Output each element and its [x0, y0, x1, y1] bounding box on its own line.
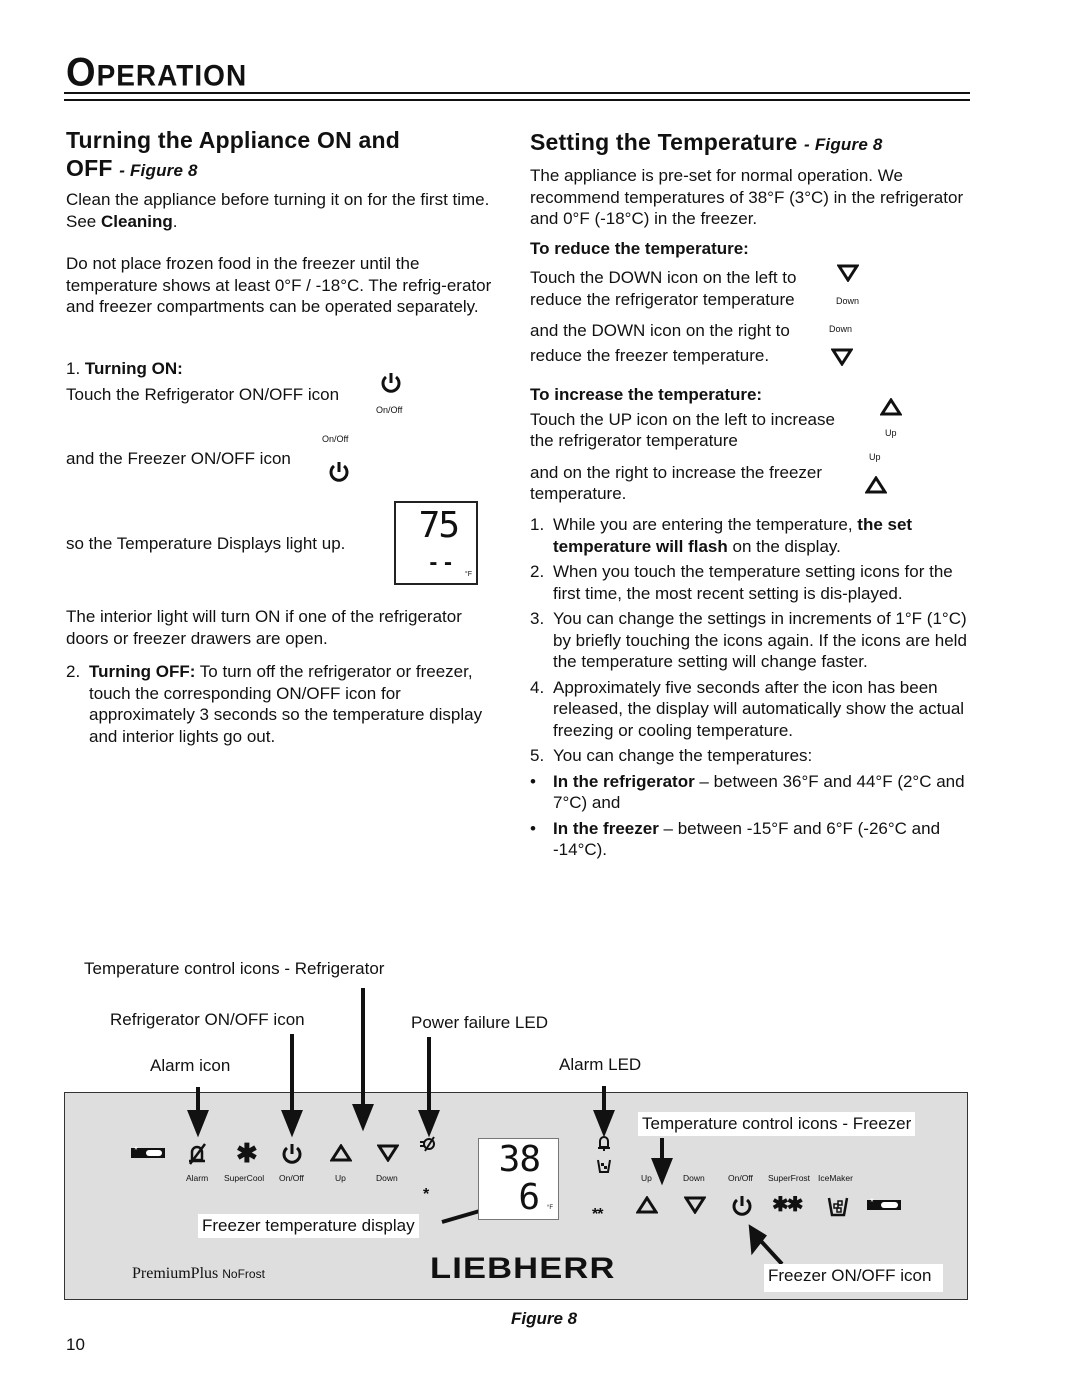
fridge-down-icon[interactable]	[377, 1144, 399, 1162]
superfrost-icon[interactable]: ✱✱	[772, 1192, 803, 1217]
icon-label: On/Off	[728, 1173, 753, 1183]
fridge-up-icon[interactable]	[330, 1144, 352, 1162]
model-name: PremiumPlus NoFrost	[132, 1265, 265, 1282]
icon-label: SuperFrost	[768, 1173, 811, 1183]
fridge-temp-value: 38	[498, 1139, 541, 1180]
freezer-up-icon[interactable]	[636, 1196, 658, 1214]
icon-label: On/Off	[279, 1173, 304, 1183]
power-failure-led-icon	[420, 1136, 435, 1152]
superfrost-led-icon: **	[592, 1206, 603, 1223]
alarm-led-icon	[598, 1136, 610, 1151]
callout-temp-control-freezer: Temperature control icons - Freezer	[638, 1112, 916, 1136]
supercool-icon[interactable]: ✱	[236, 1138, 258, 1169]
icon-label: Up	[335, 1173, 346, 1183]
icemaker-led-icon	[597, 1159, 611, 1173]
icon-label: IceMaker	[818, 1173, 853, 1183]
brand-logo: LIEBHERR	[430, 1252, 616, 1285]
icon-label: SuperCool	[224, 1173, 265, 1183]
temperature-display: 38 6 °F	[478, 1138, 559, 1220]
callout-freezer-onoff: Freezer ON/OFF icon	[764, 1264, 944, 1292]
fridge-power-icon[interactable]	[281, 1142, 303, 1166]
freezer-down-icon[interactable]	[684, 1196, 706, 1214]
supercool-led-icon: *	[423, 1186, 430, 1203]
display-unit: °F	[546, 1205, 553, 1211]
callout-freezer-display: Freezer temperature display	[198, 1214, 419, 1238]
figure-caption: Figure 8	[511, 1309, 578, 1328]
alarm-off-icon[interactable]	[186, 1142, 208, 1166]
icon-label: Alarm	[186, 1173, 209, 1183]
freezer-temp-value: 6	[518, 1177, 540, 1218]
icon-label: Up	[641, 1173, 652, 1183]
superfrost-indicator-icon: *	[867, 1197, 901, 1210]
supercool-indicator-icon: *	[131, 1145, 165, 1158]
icemaker-icon[interactable]	[827, 1195, 849, 1217]
icon-label: Down	[683, 1173, 705, 1183]
icon-label: Down	[376, 1173, 398, 1183]
page-number: 10	[66, 1335, 85, 1354]
freezer-power-icon[interactable]	[731, 1194, 753, 1218]
